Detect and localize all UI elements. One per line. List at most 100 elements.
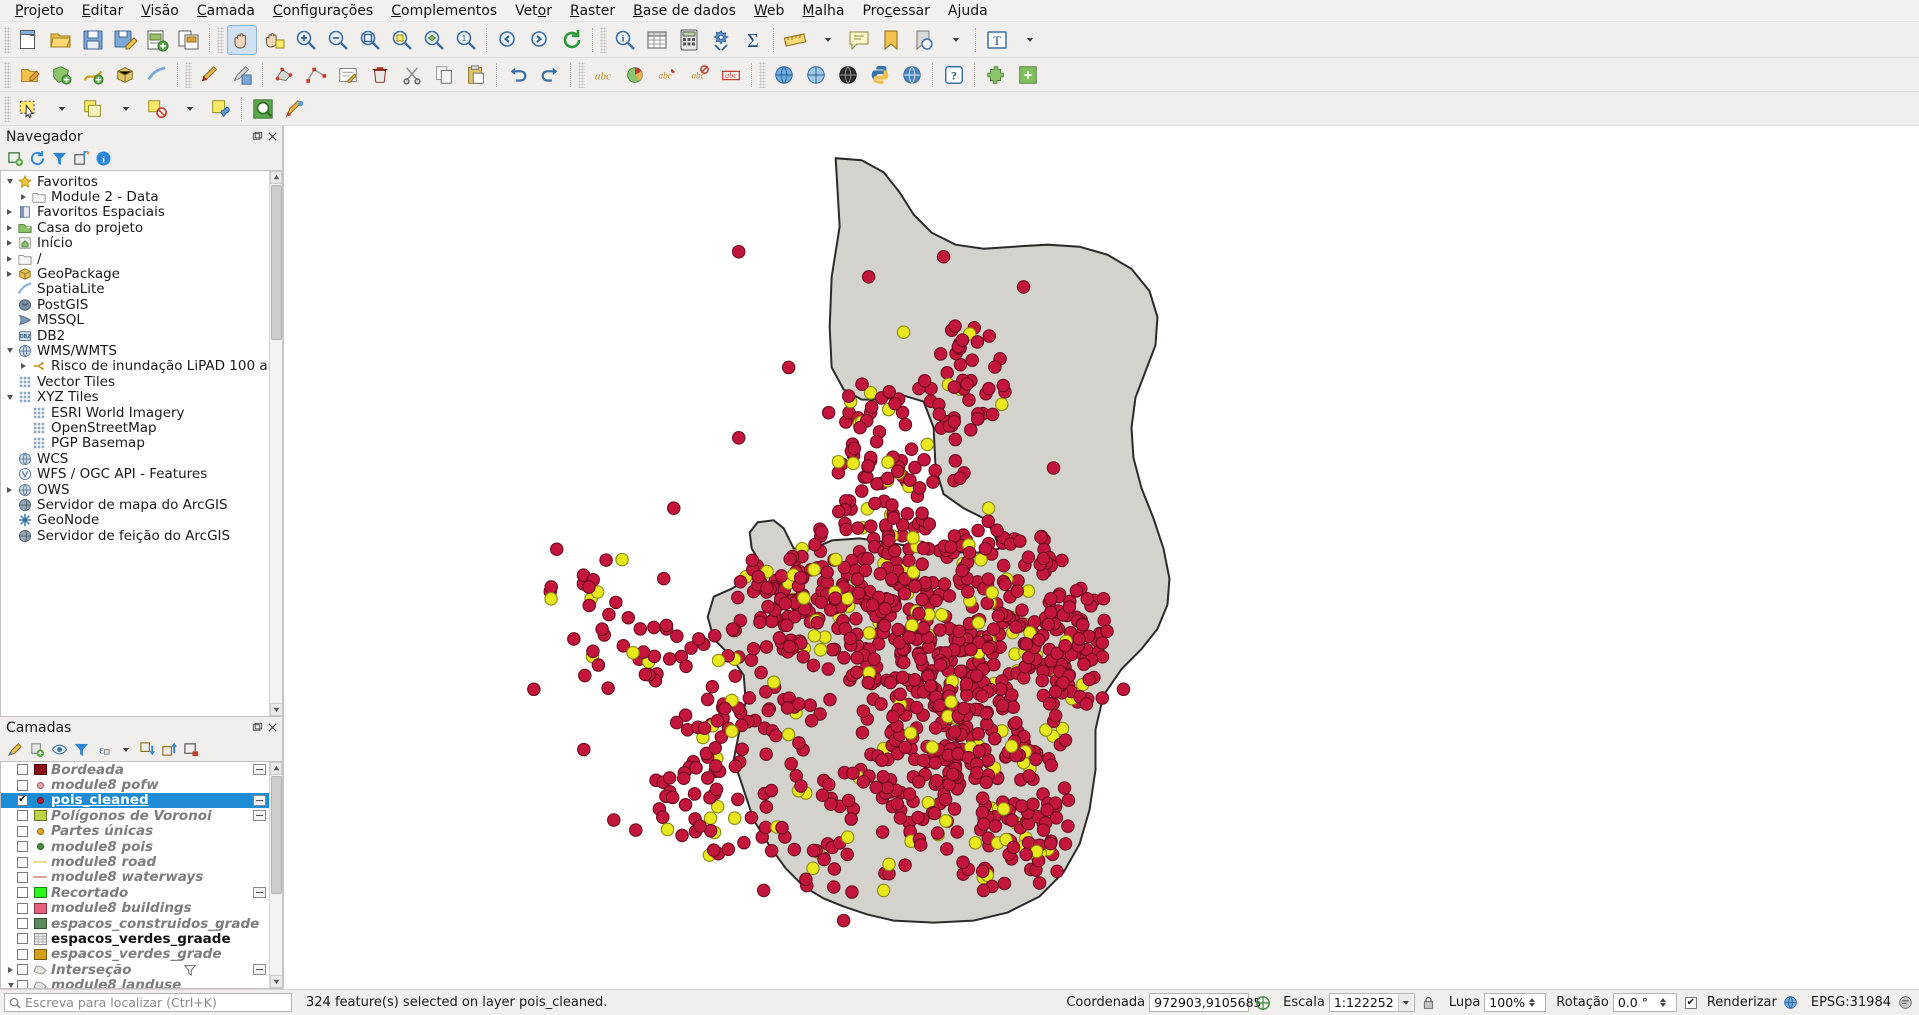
zoom-native-icon[interactable]: 1 xyxy=(451,25,481,55)
navigator-item[interactable]: Module 2 - Data xyxy=(1,189,282,205)
show-hide-labels-icon[interactable]: abc xyxy=(684,60,714,90)
measure-dropdown-icon[interactable] xyxy=(812,25,842,55)
menu-item-malha[interactable]: Malha xyxy=(793,1,853,21)
navigator-item[interactable]: GeoNode xyxy=(1,512,282,528)
navigator-item[interactable]: PGP Basemap xyxy=(1,435,282,451)
toolbar-grip[interactable] xyxy=(759,61,766,88)
zoom-out-icon[interactable] xyxy=(323,25,353,55)
layer-visibility-checkbox[interactable] xyxy=(17,764,28,776)
layer-row[interactable]: module8 buildings xyxy=(1,900,282,916)
menu-item-base-de-dados[interactable]: Base de dados xyxy=(624,1,745,21)
navigator-item[interactable]: Casa do projeto xyxy=(1,220,282,236)
menu-item-vis-o[interactable]: Visão xyxy=(132,1,188,21)
new-print-layout-icon[interactable] xyxy=(142,25,172,55)
layer-edit-indicator[interactable] xyxy=(253,794,266,806)
menu-item-configura-es[interactable]: Configurações xyxy=(264,1,382,21)
rotation-field[interactable]: 0.0 ° xyxy=(1612,993,1677,1012)
layer-visibility-checkbox[interactable] xyxy=(17,979,28,988)
layer-row[interactable]: module8 waterways xyxy=(1,869,282,885)
add-layer-icon[interactable] xyxy=(5,149,25,169)
zoom-to-layer-icon[interactable] xyxy=(419,25,449,55)
deselect-features-icon[interactable] xyxy=(142,94,172,124)
refresh-icon[interactable] xyxy=(557,25,587,55)
expand-all-icon[interactable] xyxy=(137,740,157,760)
navigator-item[interactable]: WMS/WMTS xyxy=(1,343,282,359)
expression-filter-icon[interactable]: ε xyxy=(93,740,113,760)
select-by-form-icon[interactable] xyxy=(78,94,108,124)
identify-features-icon[interactable]: i xyxy=(610,25,640,55)
navigator-item[interactable]: MSSQL xyxy=(1,312,282,328)
menu-item-editar[interactable]: Editar xyxy=(73,1,132,21)
navigator-item[interactable]: Início xyxy=(1,235,282,251)
menu-item-ajuda[interactable]: Ajuda xyxy=(939,1,997,21)
open-project-icon[interactable] xyxy=(46,25,76,55)
layer-visibility-checkbox[interactable] xyxy=(17,918,28,930)
modify-attributes-icon[interactable] xyxy=(333,60,363,90)
layer-row[interactable]: espacos_verdes_grade xyxy=(1,946,282,962)
navigator-item[interactable]: OWS xyxy=(1,482,282,498)
menu-item-camada[interactable]: Camada xyxy=(188,1,264,21)
menu-item-projeto[interactable]: Projeto xyxy=(6,1,73,21)
layers-scrollbar[interactable] xyxy=(269,762,282,988)
layout-manager-icon[interactable] xyxy=(174,25,204,55)
undo-icon[interactable] xyxy=(503,60,533,90)
select-by-form-dropdown-icon[interactable] xyxy=(110,94,140,124)
current-edits-icon[interactable] xyxy=(14,60,44,90)
scroll-up-icon[interactable] xyxy=(270,762,282,775)
chevron-right-icon[interactable] xyxy=(3,224,16,231)
chevron-down-icon[interactable] xyxy=(3,394,16,400)
navigator-item[interactable]: PostGIS xyxy=(1,297,282,313)
chevron-right-icon[interactable] xyxy=(4,966,17,973)
vertex-tool-icon[interactable] xyxy=(301,60,331,90)
menu-item-vetor[interactable]: Vetor xyxy=(506,1,561,21)
layer-row[interactable]: Recortado xyxy=(1,885,282,901)
chevron-right-icon[interactable] xyxy=(3,486,16,493)
scroll-thumb[interactable] xyxy=(271,776,282,894)
toolbar-grip[interactable] xyxy=(217,26,224,53)
toolbar-grip[interactable] xyxy=(600,26,607,53)
collapse-all-icon[interactable] xyxy=(159,740,179,760)
navigator-close-button[interactable] xyxy=(266,131,278,143)
layer-visibility-checkbox[interactable] xyxy=(17,779,28,791)
cut-features-icon[interactable] xyxy=(397,60,427,90)
chevron-right-icon[interactable] xyxy=(3,209,16,216)
navigator-item[interactable]: / xyxy=(1,251,282,267)
delete-selected-icon[interactable] xyxy=(365,60,395,90)
metasearch-icon[interactable] xyxy=(769,60,799,90)
messages-log-icon[interactable] xyxy=(1895,993,1915,1013)
layers-float-button[interactable] xyxy=(251,722,263,734)
navigator-item[interactable]: Favoritos xyxy=(1,174,282,190)
manage-map-themes-icon[interactable] xyxy=(49,740,69,760)
layer-row[interactable]: espacos_verdes_graade xyxy=(1,931,282,947)
metasearch-alt-icon[interactable] xyxy=(801,60,831,90)
label-layer-icon[interactable]: abc xyxy=(588,60,618,90)
scroll-down-icon[interactable] xyxy=(270,703,282,716)
navigator-item[interactable]: Favoritos Espaciais xyxy=(1,204,282,220)
layer-filter-icon[interactable] xyxy=(184,964,197,976)
navigator-item[interactable]: Vector Tiles xyxy=(1,374,282,390)
layer-edit-indicator[interactable] xyxy=(252,964,266,976)
chevron-down-icon[interactable] xyxy=(3,179,16,185)
processing-toolbox-icon[interactable] xyxy=(706,25,736,55)
layer-row[interactable]: Interseção xyxy=(1,962,282,978)
chevron-right-icon[interactable] xyxy=(3,271,16,278)
open-attribute-table-icon[interactable] xyxy=(642,25,672,55)
zoom-to-selected-icon[interactable] xyxy=(248,94,278,124)
layer-row[interactable]: Bordeada xyxy=(1,762,282,778)
annotation-dropdown-icon[interactable] xyxy=(1014,25,1044,55)
layer-row[interactable]: module8 road xyxy=(1,854,282,870)
navigator-item[interactable]: Risco de inundação LiPAD 100 anos xyxy=(1,358,282,374)
zoom-last-icon[interactable] xyxy=(493,25,523,55)
select-features-dropdown-icon[interactable] xyxy=(46,94,76,124)
chevron-down-icon[interactable] xyxy=(3,348,16,354)
add-geopackage-layer-icon[interactable] xyxy=(110,60,140,90)
scroll-down-icon[interactable] xyxy=(270,975,282,988)
menu-item-web[interactable]: Web xyxy=(745,1,794,21)
chevron-right-icon[interactable] xyxy=(3,240,16,247)
layer-visibility-checkbox[interactable] xyxy=(17,856,28,868)
coordinate-field[interactable]: 972903,9105685 xyxy=(1149,993,1262,1012)
layer-row[interactable]: espacos_construidos_grade xyxy=(1,916,282,932)
navigator-item[interactable]: Servidor de mapa do ArcGIS xyxy=(1,497,282,513)
layer-row[interactable]: ✔ pois_cleaned xyxy=(1,792,282,808)
expression-filter-dropdown-icon[interactable] xyxy=(115,740,135,760)
